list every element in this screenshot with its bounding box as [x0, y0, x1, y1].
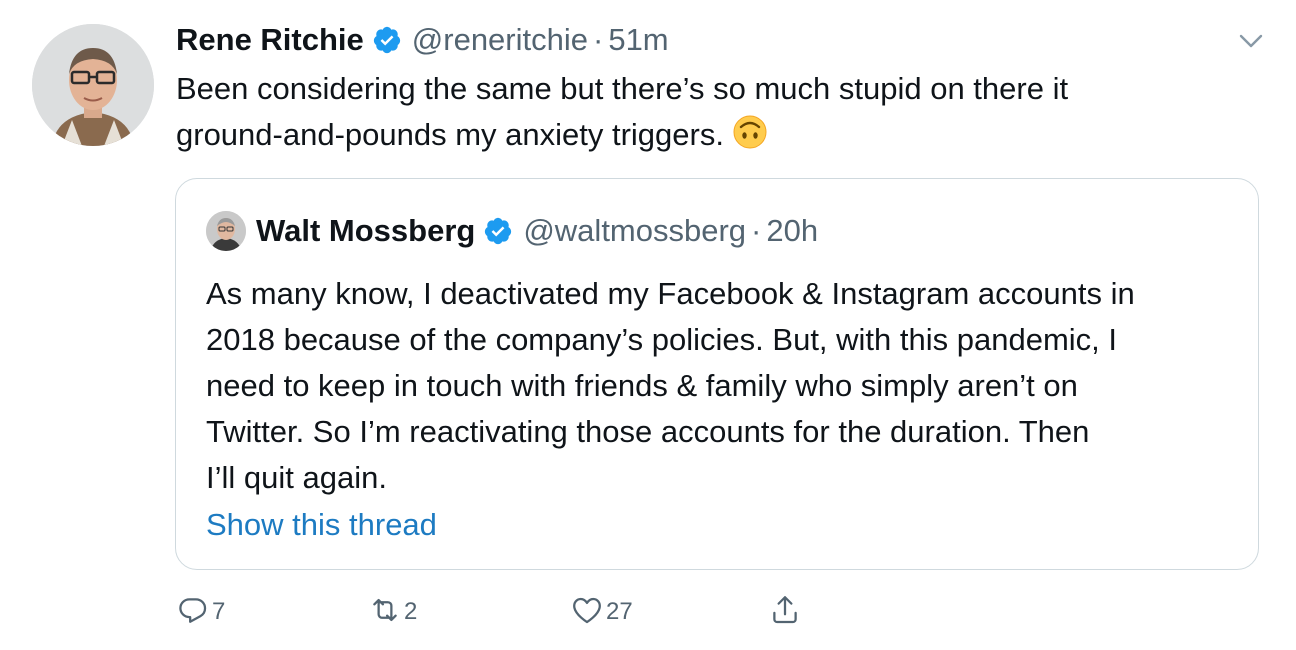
- reply-icon: [176, 593, 210, 632]
- separator-dot: ·: [593, 22, 604, 57]
- heart-icon: [570, 593, 604, 632]
- quoted-text-line: need to keep in touch with friends & fam…: [206, 368, 1078, 403]
- action-bar: 7 2 27: [176, 590, 1256, 634]
- author-name[interactable]: Rene Ritchie: [176, 22, 364, 58]
- tweet-header: Rene Ritchie @reneritchie · 51m: [176, 18, 669, 62]
- verified-badge-icon: [372, 25, 402, 55]
- share-button[interactable]: [768, 590, 802, 634]
- tweet-text-line-with-emoji: ground-and-pounds my anxiety triggers.: [176, 112, 1236, 158]
- show-thread-link[interactable]: Show this thread: [206, 507, 437, 543]
- quoted-tweet-header: Walt Mossberg @waltmossberg · 20h: [206, 209, 818, 253]
- quoted-text-line: As many know, I deactivated my Facebook …: [206, 276, 1135, 311]
- quoted-text-line: I’ll quit again.: [206, 460, 387, 495]
- quoted-author-handle[interactable]: @waltmossberg: [523, 213, 746, 249]
- timestamp[interactable]: 51m: [608, 22, 668, 58]
- quoted-tweet-text: As many know, I deactivated my Facebook …: [206, 271, 1246, 501]
- chevron-down-icon[interactable]: [1236, 26, 1266, 56]
- like-count: 27: [606, 598, 633, 625]
- retweet-count: 2: [404, 598, 418, 625]
- retweet-button[interactable]: 2: [368, 590, 417, 634]
- tweet-text-line: ground-and-pounds my anxiety triggers.: [176, 117, 724, 152]
- tweet[interactable]: Rene Ritchie @reneritchie · 51m Been con…: [0, 0, 1296, 650]
- quoted-avatar[interactable]: [206, 211, 246, 251]
- quoted-timestamp[interactable]: 20h: [766, 213, 818, 249]
- author-handle[interactable]: @reneritchie: [412, 22, 588, 58]
- tweet-text: Been considering the same but there’s so…: [176, 66, 1236, 158]
- reply-button[interactable]: 7: [176, 590, 225, 634]
- tweet-text-line: Been considering the same but there’s so…: [176, 71, 1069, 106]
- retweet-icon: [368, 593, 402, 632]
- quoted-tweet[interactable]: Walt Mossberg @waltmossberg · 20h As man…: [175, 178, 1259, 570]
- reply-count: 7: [212, 598, 226, 625]
- share-icon: [768, 593, 802, 632]
- quoted-text-line: 2018 because of the company’s policies. …: [206, 322, 1118, 357]
- avatar[interactable]: [32, 24, 154, 146]
- separator-dot: ·: [751, 213, 762, 248]
- like-button[interactable]: 27: [570, 590, 633, 634]
- upside-down-face-emoji-icon: [732, 114, 768, 150]
- quoted-author-name[interactable]: Walt Mossberg: [256, 213, 475, 249]
- quoted-text-line: Twitter. So I’m reactivating those accou…: [206, 414, 1090, 449]
- verified-badge-icon: [483, 216, 513, 246]
